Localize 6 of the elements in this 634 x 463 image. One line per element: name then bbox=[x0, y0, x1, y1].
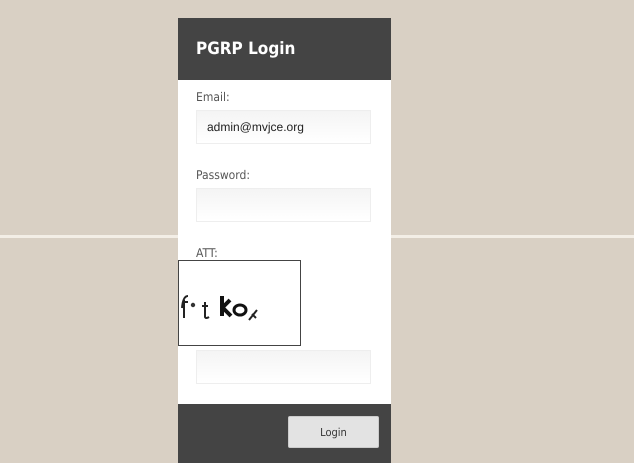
input-field[interactable]: admin@mvjce.org bbox=[196, 110, 371, 144]
field-label: Password: bbox=[196, 168, 250, 182]
login-title: PGRP Login bbox=[196, 39, 296, 59]
field-label: ATT: bbox=[196, 246, 218, 260]
field-label: Email: bbox=[196, 90, 230, 104]
login-button[interactable]: Login bbox=[288, 416, 379, 448]
